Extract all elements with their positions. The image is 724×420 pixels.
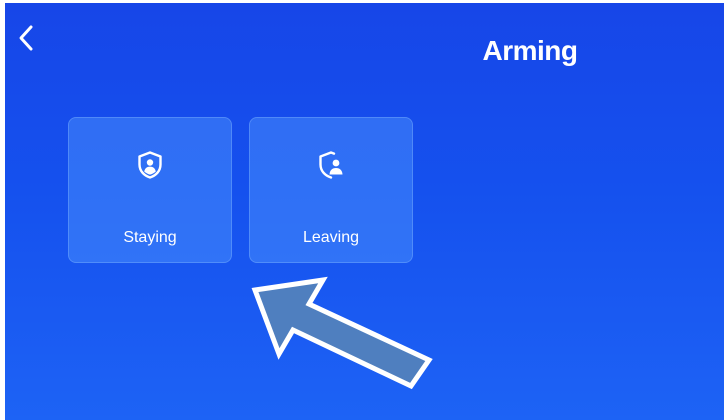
staying-label: Staying [123, 229, 177, 246]
shield-user-icon [138, 151, 162, 179]
staying-mode-button[interactable]: Staying [68, 117, 232, 263]
chevron-left-icon [19, 25, 33, 51]
shield-user-exit-icon [319, 151, 343, 179]
leaving-label: Leaving [302, 229, 360, 246]
device-frame: Arming Staying Leaving [0, 0, 724, 420]
leaving-mode-button[interactable]: Leaving [249, 117, 413, 263]
arming-screen: Arming Staying Leaving [5, 3, 724, 420]
pointer-arrow-icon [251, 276, 433, 390]
back-button[interactable] [13, 21, 39, 55]
page-title: Arming [482, 35, 579, 66]
